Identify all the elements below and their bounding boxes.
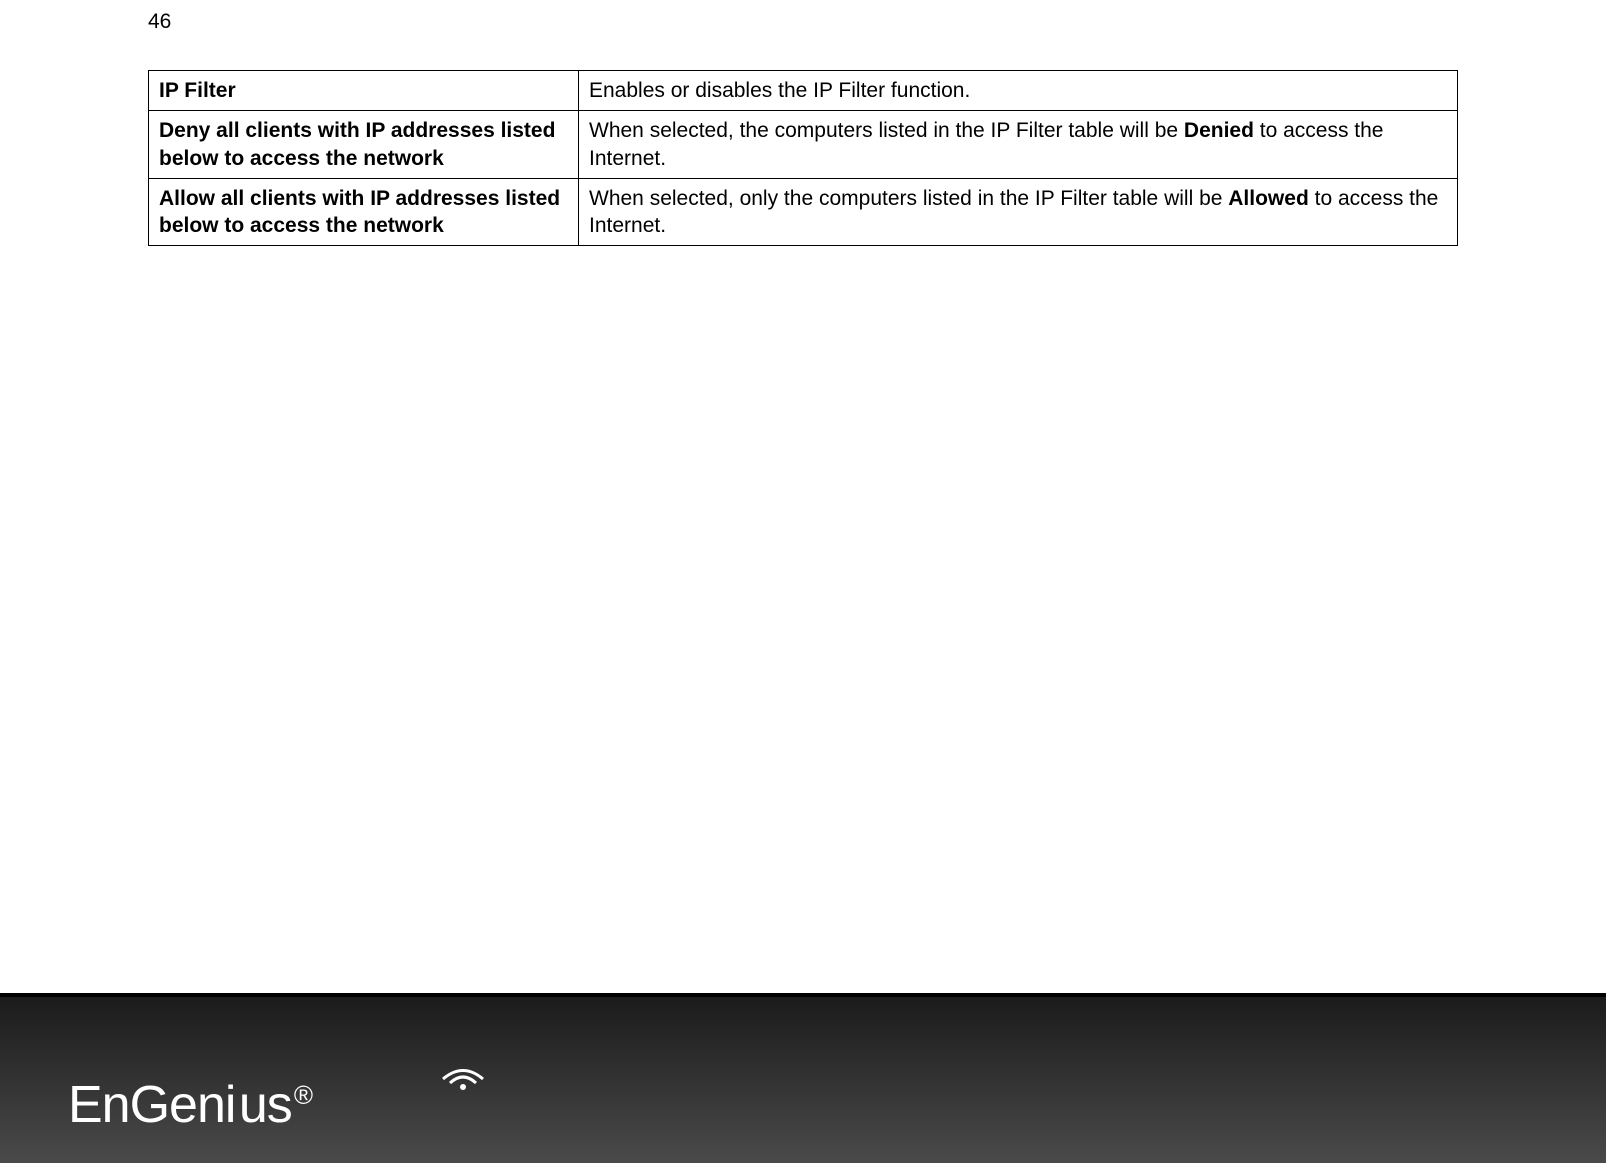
logo-registered: ® (294, 1080, 312, 1110)
logo-part1: EnGen (68, 1076, 225, 1134)
table-body: IP Filter Enables or disables the IP Fil… (149, 71, 1458, 246)
row-label: Deny all clients with IP addresses liste… (149, 111, 579, 179)
row-desc: Enables or disables the IP Filter functi… (579, 71, 1458, 111)
wifi-icon (438, 1057, 488, 1087)
footer-divider (0, 993, 1606, 997)
table-row: Deny all clients with IP addresses liste… (149, 111, 1458, 179)
content-area: IP Filter Enables or disables the IP Fil… (148, 70, 1458, 246)
table-row: IP Filter Enables or disables the IP Fil… (149, 71, 1458, 111)
logo-part2: us (239, 1076, 292, 1134)
row-label: IP Filter (149, 71, 579, 111)
footer: EnGeni us® (0, 993, 1606, 1163)
row-desc: When selected, only the computers listed… (579, 178, 1458, 246)
row-label: Allow all clients with IP addresses list… (149, 178, 579, 246)
row-desc: When selected, the computers listed in t… (579, 111, 1458, 179)
table-row: Allow all clients with IP addresses list… (149, 178, 1458, 246)
ip-filter-table: IP Filter Enables or disables the IP Fil… (148, 70, 1458, 246)
page-number: 46 (148, 10, 171, 34)
engenius-logo: EnGeni us® (68, 1075, 312, 1135)
logo-text: EnGeni us® (68, 1075, 312, 1135)
